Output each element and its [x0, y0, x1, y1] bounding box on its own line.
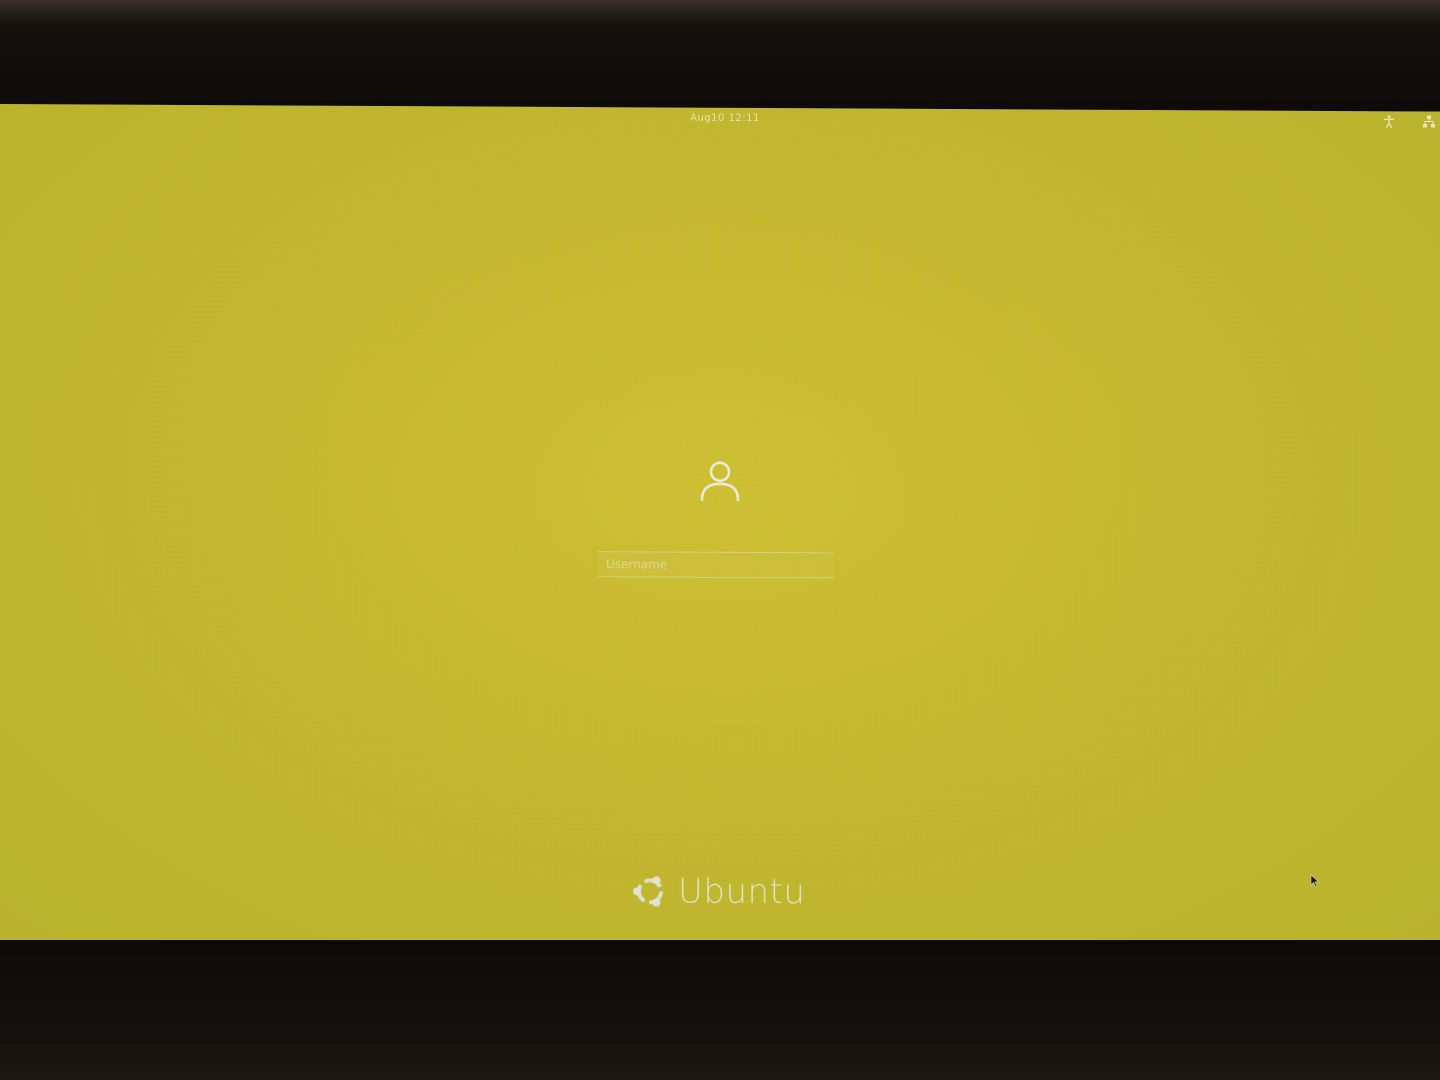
network-icon[interactable]: [1422, 114, 1436, 128]
login-panel: [590, 457, 850, 579]
monitor-bezel-bottom: [0, 940, 1440, 1080]
mouse-pointer-icon: [1310, 874, 1320, 888]
ubuntu-wordmark: Ubuntu: [678, 871, 806, 913]
ubuntu-logo-icon: [633, 876, 663, 907]
ubuntu-branding: Ubuntu: [632, 867, 805, 916]
user-avatar-icon[interactable]: [696, 458, 744, 506]
top-bar: Aug10 12:11: [0, 104, 1440, 138]
login-screen: Aug10 12:11 Ubuntu: [0, 104, 1440, 950]
accessibility-icon[interactable]: [1382, 114, 1396, 128]
clock[interactable]: Aug10 12:11: [660, 112, 790, 124]
username-input[interactable]: [598, 551, 834, 579]
system-tray: [1382, 114, 1436, 128]
monitor-bezel-top: [0, 0, 1440, 104]
